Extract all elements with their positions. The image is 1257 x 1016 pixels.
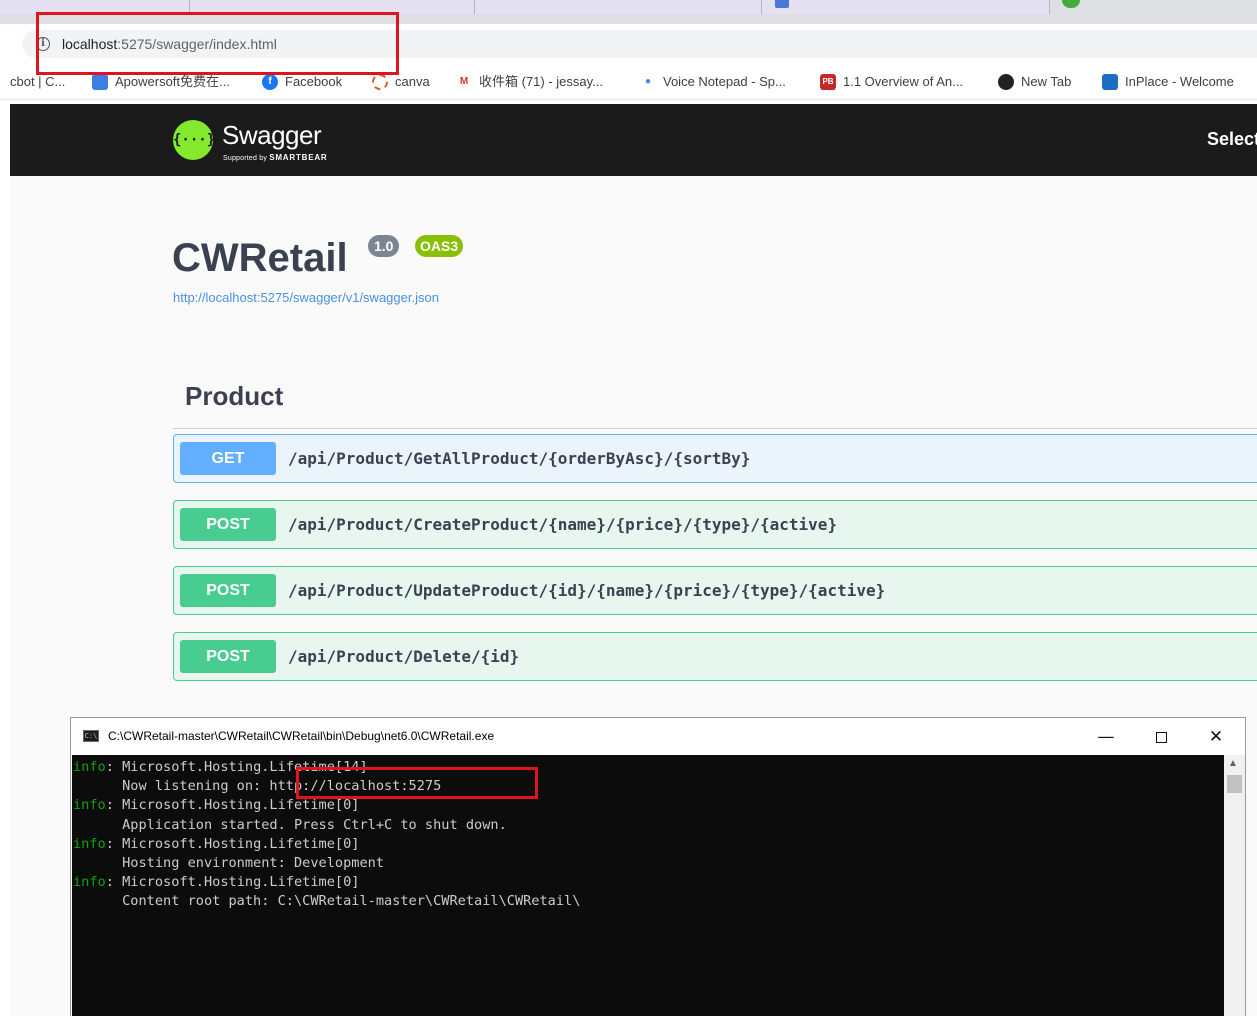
- console-line-level: info: [73, 835, 106, 852]
- pb-icon: PB: [820, 74, 836, 90]
- swagger-logo-icon[interactable]: {···}: [173, 120, 215, 160]
- operation-path: /api/Product/Delete/{id}: [288, 647, 520, 666]
- swagger-topbar: {···} Swagger Supported by SMARTBEAR Sel…: [10, 104, 1257, 176]
- console-line: Application started. Press Ctrl+C to shu…: [73, 816, 1224, 835]
- tag-product-header[interactable]: Product: [185, 381, 283, 412]
- bookmark-label: 收件箱 (71) - jessay...: [479, 74, 604, 89]
- bookmark-label: cbot | C...: [10, 74, 66, 89]
- bookmark-label: Apowersoft免费在...: [115, 74, 230, 89]
- console-app-icon[interactable]: C:\: [83, 730, 99, 742]
- address-bar-row: i localhost:5275/swagger/index.html: [0, 24, 1257, 64]
- method-badge: POST: [180, 574, 276, 607]
- scroll-up-icon[interactable]: ▲: [1228, 758, 1238, 769]
- bookmark-label: canva: [395, 74, 430, 89]
- minimize-button[interactable]: —: [1086, 723, 1126, 751]
- logo-sub-brand: SMARTBEAR: [269, 153, 328, 162]
- console-line-text: : Microsoft.Hosting.Lifetime[0]: [105, 874, 360, 891]
- operation-path: /api/Product/GetAllProduct/{orderByAsc}/…: [288, 449, 751, 468]
- oas-badge: OAS3: [415, 235, 464, 257]
- operation-get-all-product[interactable]: GET /api/Product/GetAllProduct/{orderByA…: [173, 434, 1257, 483]
- bookmark-item[interactable]: M 收件箱 (71) - jessay...: [456, 73, 603, 91]
- chrome-icon: [998, 74, 1014, 90]
- console-line-level: info: [73, 759, 106, 775]
- bookmark-item[interactable]: f Facebook: [262, 73, 342, 91]
- tab-strip: [0, 0, 1257, 24]
- console-line-text: Hosting environment: Development: [73, 855, 384, 872]
- console-line: Content root path: C:\CWRetail-master\CW…: [73, 892, 1224, 911]
- swagger-logo-subtitle: Supported by SMARTBEAR: [223, 153, 328, 162]
- address-bar[interactable]: i localhost:5275/swagger/index.html: [22, 30, 1257, 58]
- console-line: info: Microsoft.Hosting.Lifetime[0]: [73, 873, 1224, 892]
- bookmark-item[interactable]: PB 1.1 Overview of An...: [820, 73, 963, 91]
- spec-link[interactable]: http://localhost:5275/swagger/v1/swagger…: [173, 290, 439, 305]
- bookmark-label: Voice Notepad - Sp...: [663, 74, 786, 89]
- address-bar-url[interactable]: localhost:5275/swagger/index.html: [62, 36, 277, 52]
- apowersoft-icon: [92, 74, 108, 90]
- console-line: Now listening on: http://localhost:5275: [73, 777, 1224, 796]
- canva-icon: [372, 74, 388, 90]
- console-line-text: Now listening on: http://localhost:5275: [73, 778, 442, 795]
- operation-update-product[interactable]: POST /api/Product/UpdateProduct/{id}/{na…: [173, 566, 1257, 615]
- tab-favicon-icon: [1062, 0, 1080, 8]
- browser-tab[interactable]: [190, 0, 475, 14]
- site-info-icon[interactable]: i: [36, 37, 50, 51]
- console-line-text: : Microsoft.Hosting.Lifetime[0]: [105, 797, 360, 814]
- browser-tab[interactable]: [0, 0, 190, 14]
- swagger-logo-text[interactable]: Swagger: [222, 120, 322, 151]
- tab-favicon-icon: [775, 0, 789, 8]
- bookmarks-bar: cbot | C... Apowersoft免费在... f Facebook canv…: [0, 64, 1257, 100]
- bookmark-item[interactable]: cbot | C...: [10, 73, 65, 91]
- console-line: info: Microsoft.Hosting.Lifetime[0]: [73, 835, 1224, 854]
- console-line-text: : Microsoft.Hosting.Lifetime[0]: [105, 835, 360, 852]
- console-line-text: : Microsoft.Hosting.Lifetime[14]: [105, 759, 368, 775]
- console-line: info: Microsoft.Hosting.Lifetime[14]: [73, 758, 1224, 777]
- method-badge: POST: [180, 508, 276, 541]
- bookmark-item[interactable]: Apowersoft免费在...: [92, 73, 230, 91]
- tag-divider: [173, 428, 1257, 429]
- api-title: CWRetail: [172, 236, 348, 280]
- console-window[interactable]: C:\ C:\CWRetail-master\CWRetail\CWRetail…: [70, 717, 1246, 1016]
- console-line: Hosting environment: Development: [73, 854, 1224, 873]
- console-title: C:\CWRetail-master\CWRetail\CWRetail\bin…: [108, 729, 495, 743]
- version-badge: 1.0: [368, 235, 400, 257]
- page-gutter: [0, 100, 10, 1016]
- url-path: :5275/swagger/index.html: [117, 36, 277, 52]
- bookmark-item[interactable]: ● Voice Notepad - Sp...: [640, 73, 786, 91]
- inplace-icon: [1102, 74, 1118, 90]
- definition-select-label[interactable]: Select: [1207, 129, 1257, 150]
- close-button[interactable]: ✕: [1196, 723, 1236, 751]
- method-badge: GET: [180, 442, 276, 475]
- facebook-icon: f: [262, 74, 278, 90]
- bookmark-label: InPlace - Welcome: [1125, 74, 1234, 89]
- bookmark-label: Facebook: [285, 74, 343, 89]
- console-line: info: Microsoft.Hosting.Lifetime[0]: [73, 796, 1224, 815]
- console-scrollbar[interactable]: ▲: [1224, 755, 1245, 1016]
- console-line-level: info: [73, 797, 106, 814]
- bookmark-label: New Tab: [1021, 74, 1072, 89]
- scrollbar-thumb[interactable]: [1227, 775, 1242, 793]
- url-host: localhost: [62, 36, 118, 52]
- operation-delete-product[interactable]: POST /api/Product/Delete/{id}: [173, 632, 1257, 681]
- method-badge: POST: [180, 640, 276, 673]
- maximize-icon: [1155, 731, 1167, 743]
- bookmark-item[interactable]: New Tab: [998, 73, 1071, 91]
- console-line-text: Content root path: C:\CWRetail-master\CW…: [73, 893, 581, 910]
- gmail-icon: M: [456, 74, 472, 90]
- console-output[interactable]: info: Microsoft.Hosting.Lifetime[14] Now…: [72, 755, 1224, 1016]
- browser-tab[interactable]: [762, 0, 1050, 14]
- console-titlebar[interactable]: C:\ C:\CWRetail-master\CWRetail\CWRetail…: [71, 718, 1245, 755]
- operation-path: /api/Product/UpdateProduct/{id}/{name}/{…: [288, 581, 886, 600]
- console-line-level: info: [73, 874, 106, 891]
- maximize-button[interactable]: [1141, 723, 1181, 751]
- operation-path: /api/Product/CreateProduct/{name}/{price…: [288, 515, 838, 534]
- console-line-text: Application started. Press Ctrl+C to shu…: [73, 816, 507, 833]
- bookmark-label: 1.1 Overview of An...: [843, 74, 963, 89]
- bookmark-item[interactable]: InPlace - Welcome: [1102, 73, 1234, 91]
- operation-create-product[interactable]: POST /api/Product/CreateProduct/{name}/{…: [173, 500, 1257, 549]
- browser-tab[interactable]: [475, 0, 762, 14]
- microphone-icon: ●: [640, 74, 656, 90]
- logo-sub-small: Supported by: [223, 155, 268, 162]
- bookmark-item[interactable]: canva: [372, 73, 430, 91]
